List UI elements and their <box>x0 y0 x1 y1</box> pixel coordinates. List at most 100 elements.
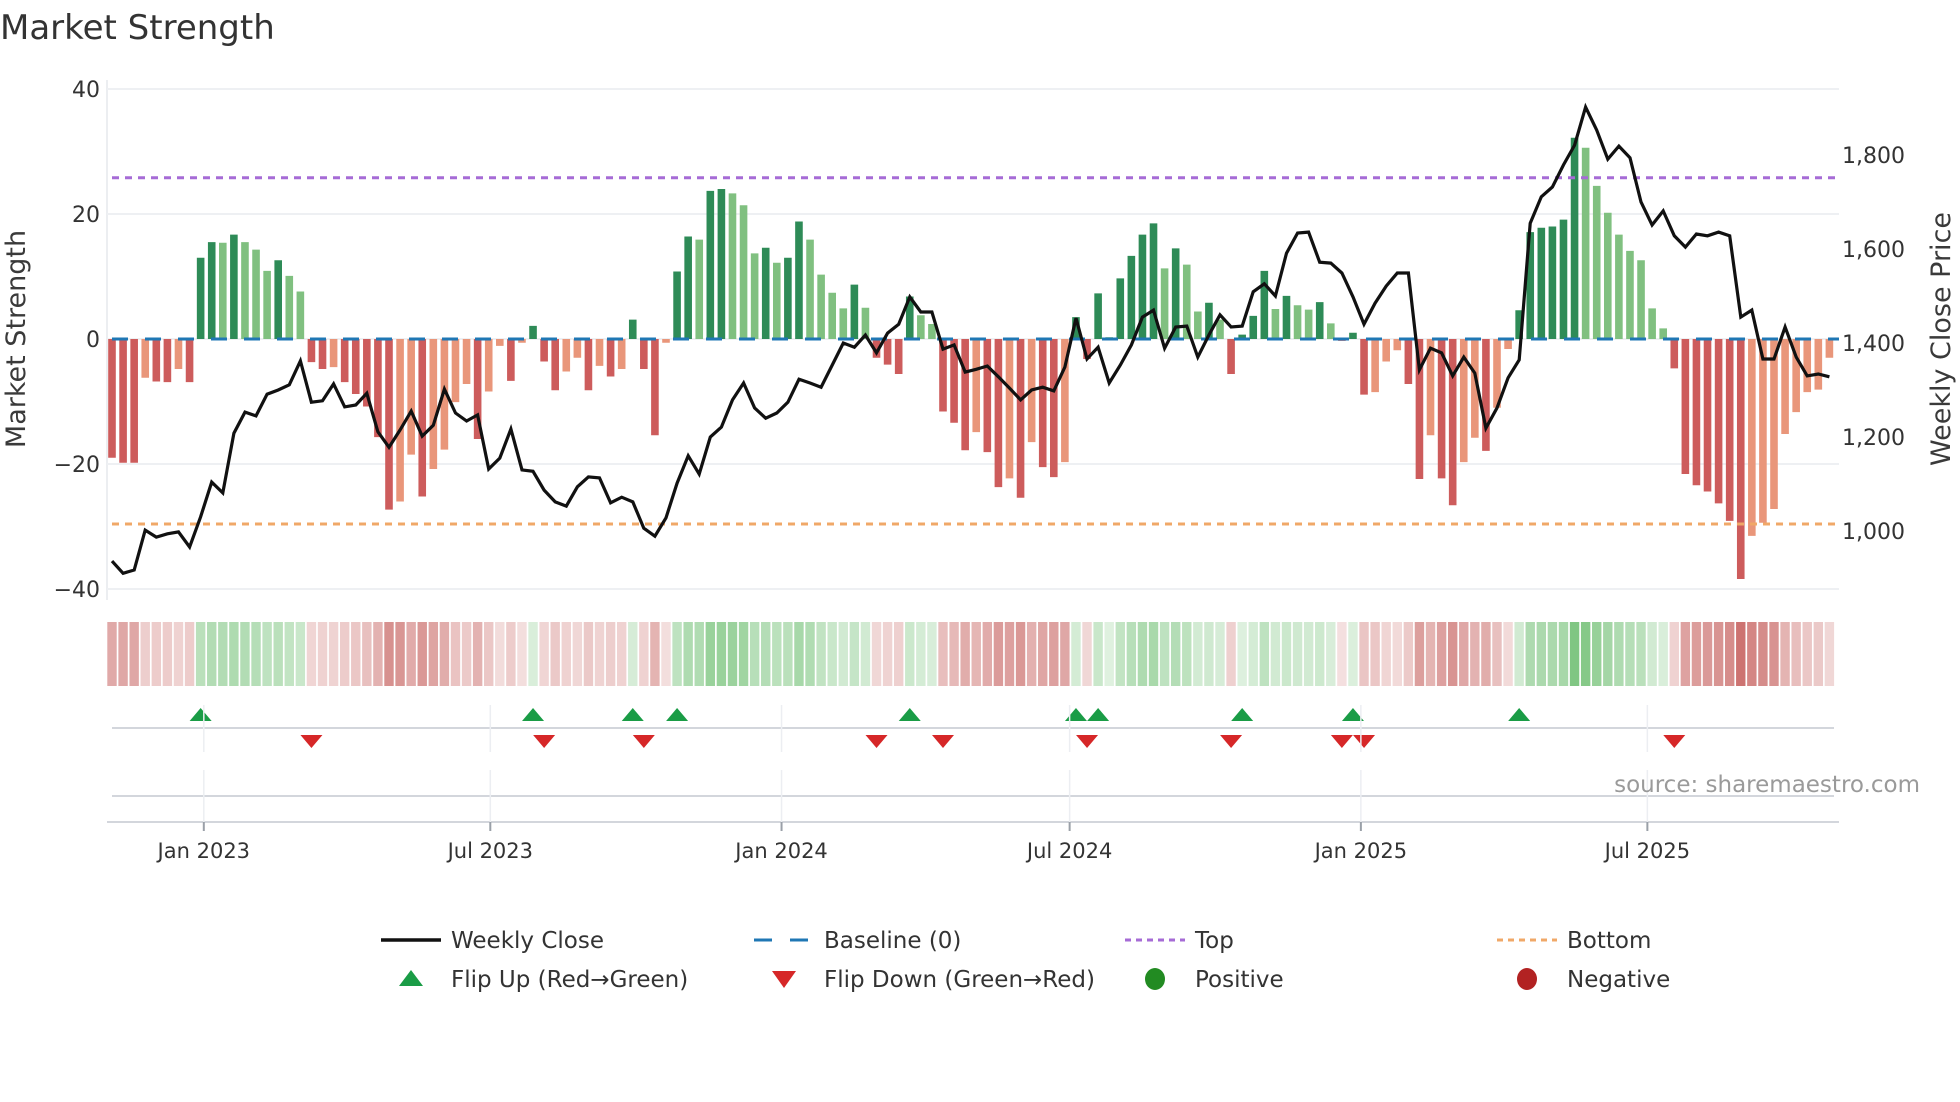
strip-cell <box>916 622 926 686</box>
positive-bar <box>673 271 681 339</box>
flip-down-marker <box>300 735 323 748</box>
strip-cell <box>151 622 162 686</box>
strip-cell <box>971 622 981 686</box>
y2-ticks: 1,000 1,200 1,400 1,600 1,800 <box>1842 144 1905 545</box>
strip-cell <box>1326 622 1336 686</box>
y-tick-label: −20 <box>54 453 100 478</box>
strip-cell <box>173 622 184 686</box>
negative-bar <box>1803 339 1812 393</box>
strip-cell <box>639 622 649 686</box>
y-axis-label: Market Strength <box>1 230 32 448</box>
positive-bar <box>739 205 748 339</box>
positive-bar <box>196 257 205 339</box>
negative-bar <box>1759 339 1767 523</box>
strip-cell <box>384 622 394 686</box>
strip-cell <box>982 622 993 686</box>
positive-bar <box>1604 212 1612 339</box>
strip-cell <box>1569 622 1580 686</box>
strip-cell <box>1115 622 1125 686</box>
positive-bar <box>1327 323 1335 339</box>
strip-cell <box>1226 622 1236 686</box>
strip-cell <box>1724 622 1735 686</box>
negative-bar <box>1725 339 1734 521</box>
strip-cell <box>1780 622 1790 686</box>
positive-bar <box>263 270 271 339</box>
strip-cell <box>1769 622 1779 686</box>
flip-up-marker <box>898 708 921 721</box>
positive-bar <box>1626 250 1634 339</box>
negative-bar <box>130 339 138 463</box>
strip-cell <box>1669 622 1679 686</box>
positive-bar <box>817 274 825 339</box>
strip-cell <box>705 622 716 686</box>
negative-bar <box>1748 339 1756 536</box>
positive-bar <box>1249 315 1258 339</box>
positive-bar <box>750 253 759 339</box>
legend-item: Flip Up (Red→Green) <box>399 967 688 993</box>
strip-cell <box>229 622 239 686</box>
strip-cell <box>672 622 682 686</box>
negative-bar <box>994 339 1003 488</box>
strip-cell <box>905 622 915 686</box>
strip-cell <box>1547 622 1558 686</box>
y2-tick-label: 1,400 <box>1842 332 1905 357</box>
flip-markers <box>107 708 1839 823</box>
negative-bar <box>617 339 626 369</box>
strip-cell <box>893 622 904 686</box>
strip-cell <box>605 622 616 686</box>
strip-cell <box>306 622 317 686</box>
positive-bar <box>1260 270 1269 339</box>
flip-down-marker <box>533 735 556 748</box>
strip-cell <box>317 622 328 686</box>
y-tick-label: 40 <box>72 78 100 103</box>
positive-bar <box>1116 278 1125 339</box>
flip-up-marker <box>1064 708 1087 721</box>
negative-bar <box>396 339 404 502</box>
positive-bar <box>296 291 305 339</box>
strip-cell <box>694 622 704 686</box>
strip-cell <box>1337 622 1347 686</box>
flip-down-marker <box>1220 735 1243 748</box>
negative-bar <box>141 339 150 378</box>
strip-cell <box>1104 622 1114 686</box>
legend-label: Flip Down (Green→Red) <box>824 967 1095 993</box>
strip-cell <box>495 622 505 686</box>
strip-cell <box>1647 622 1657 686</box>
positive-bar <box>828 292 836 339</box>
strip-cell <box>1691 622 1702 686</box>
negative-bar <box>1404 339 1413 384</box>
negative-bar <box>1681 339 1690 474</box>
strip-cell <box>1713 622 1724 686</box>
strip-cell <box>727 622 738 686</box>
strip-cell <box>184 622 195 686</box>
negative-bar <box>1005 339 1014 479</box>
positive-bar <box>839 308 848 339</box>
strip-cell <box>1536 622 1547 686</box>
negative-bar <box>1692 339 1701 486</box>
strip-cell <box>683 622 693 686</box>
negative-bar <box>1016 339 1025 498</box>
negative-bar <box>1482 339 1490 451</box>
strip-cell <box>1503 622 1513 686</box>
positive-bar <box>274 260 282 339</box>
strip-cell <box>1015 622 1026 686</box>
negative-bar <box>496 339 504 346</box>
negative-bar <box>119 339 127 463</box>
negative-bar <box>451 339 460 403</box>
negative-bar <box>318 339 327 369</box>
negative-bar <box>108 339 116 458</box>
positive-bar <box>761 247 770 339</box>
strip-cell <box>107 622 117 686</box>
negative-bar <box>462 339 471 384</box>
strip-cell <box>1702 622 1713 686</box>
negative-bar <box>606 339 615 377</box>
negative-bar <box>1371 339 1379 393</box>
negative-bar <box>329 339 338 368</box>
positive-bar <box>241 242 249 339</box>
legend-label: Positive <box>1195 967 1284 993</box>
positive-bar <box>795 221 803 339</box>
strip-cell <box>1026 622 1037 686</box>
strip-cell <box>351 622 361 686</box>
flip-down-marker <box>932 735 954 748</box>
negative-bar <box>1781 339 1789 434</box>
